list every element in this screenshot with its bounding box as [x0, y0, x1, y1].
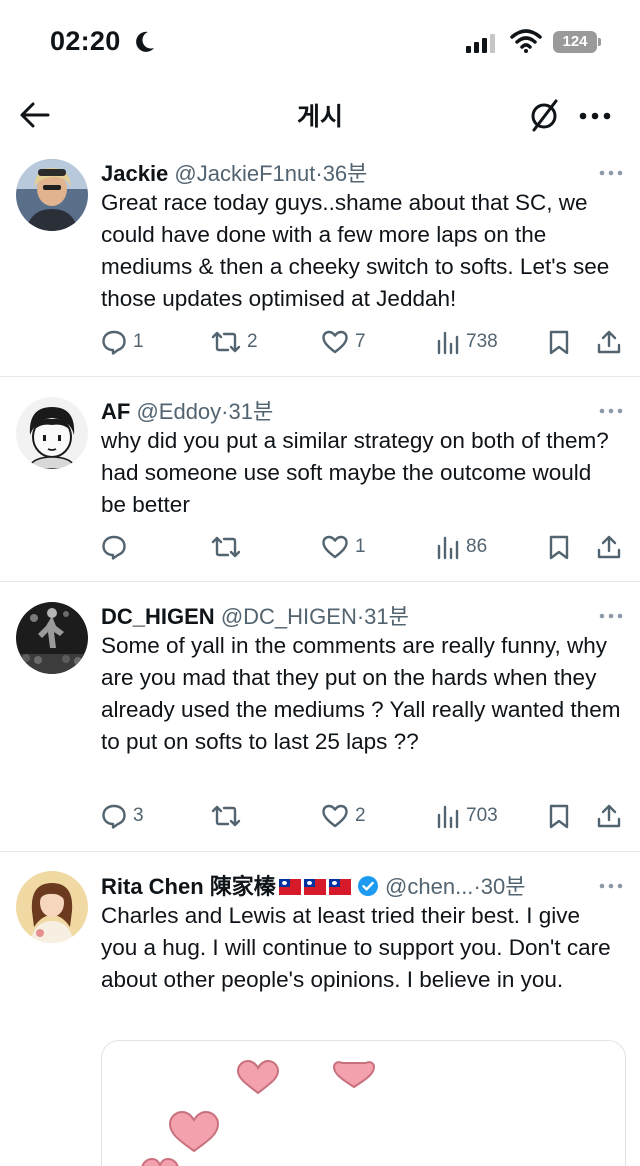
reply-count: 3	[133, 805, 144, 826]
nav-bar: 게시	[0, 88, 640, 142]
bar-chart-icon	[437, 536, 459, 560]
hearts-sticker-image	[141, 1059, 376, 1166]
bookmark-button[interactable]	[548, 532, 570, 562]
user-handle[interactable]: @Eddoy	[136, 399, 221, 424]
views-count: 703	[466, 805, 498, 826]
reply-button[interactable]: 1	[101, 327, 144, 357]
speech-bubble-icon	[102, 535, 126, 560]
views-count: 86	[466, 536, 488, 557]
verified-badge-icon	[357, 876, 378, 896]
like-button[interactable]: 7	[321, 327, 366, 357]
more-horizontal-icon[interactable]	[598, 404, 624, 418]
like-button[interactable]: 1	[321, 532, 366, 562]
like-button[interactable]: 2	[321, 801, 366, 831]
status-bar: 02:20 124	[0, 0, 640, 88]
more-horizontal-icon[interactable]	[598, 609, 624, 623]
avatar[interactable]	[16, 397, 88, 469]
views-button[interactable]: 738	[436, 327, 498, 357]
reply-tweet[interactable]: Jackie @JackieF1nut·36분 Great race today…	[0, 142, 640, 377]
bar-chart-icon	[437, 805, 459, 829]
user-handle[interactable]: @JackieF1nut	[174, 161, 315, 186]
share-icon	[597, 535, 621, 559]
tweet-text: Great race today guys..shame about that …	[101, 190, 610, 311]
like-count: 1	[355, 536, 366, 557]
views-button[interactable]: 86	[436, 532, 487, 562]
timestamp: ·30분	[473, 874, 526, 899]
share-icon	[597, 330, 621, 354]
tweet-text: Charles and Lewis at least tried their b…	[101, 903, 611, 992]
bar-chart-icon	[437, 331, 459, 355]
moon-icon	[136, 31, 154, 52]
timestamp: ·31분	[356, 604, 409, 629]
more-horizontal-icon[interactable]	[598, 879, 624, 893]
retweet-button[interactable]: 2	[211, 327, 258, 357]
reply-tweet[interactable]: AF @Eddoy·31분 why did you put a similar …	[0, 377, 640, 582]
bookmark-icon	[549, 330, 569, 355]
action-bar: 1 2 7 738	[101, 327, 626, 357]
cellular-signal-icon	[466, 34, 495, 53]
display-name[interactable]: DC_HIGEN	[101, 604, 215, 629]
share-button[interactable]	[596, 801, 622, 831]
action-bar: 1 86	[101, 532, 626, 562]
retweet-icon	[211, 536, 241, 558]
speech-bubble-icon	[102, 330, 126, 355]
views-button[interactable]: 703	[436, 801, 498, 831]
heart-icon	[322, 330, 348, 354]
status-time: 02:20	[50, 26, 121, 56]
taiwan-flag-icon	[278, 879, 301, 895]
share-icon	[597, 804, 621, 828]
bookmark-button[interactable]	[548, 801, 570, 831]
tweet-header: Jackie @JackieF1nut·36분	[101, 156, 632, 188]
heart-icon	[322, 535, 348, 559]
avatar[interactable]	[16, 871, 88, 943]
share-button[interactable]	[596, 532, 622, 562]
taiwan-flag-icon	[303, 879, 326, 895]
tweet-header: DC_HIGEN @DC_HIGEN·31분	[101, 599, 632, 631]
retweet-icon	[211, 331, 241, 353]
avatar[interactable]	[16, 602, 88, 674]
tweet-text: why did you put a similar strategy on bo…	[101, 428, 609, 517]
tweet-text: Some of yall in the comments are really …	[101, 633, 621, 754]
more-horizontal-icon[interactable]	[598, 166, 624, 180]
display-name[interactable]: AF	[101, 399, 130, 424]
tweet-header: AF @Eddoy·31분	[101, 394, 632, 426]
retweet-button[interactable]	[211, 801, 247, 831]
reply-button[interactable]: 3	[101, 801, 144, 831]
views-count: 738	[466, 331, 498, 352]
retweet-button[interactable]	[211, 532, 247, 562]
display-name[interactable]: Jackie	[101, 161, 168, 186]
heart-icon	[322, 804, 348, 828]
retweet-icon	[211, 805, 241, 827]
retweet-count: 2	[247, 331, 258, 352]
reply-tweet[interactable]: DC_HIGEN @DC_HIGEN·31분 Some of yall in t…	[0, 582, 640, 852]
battery-indicator: 124	[553, 31, 597, 53]
user-handle[interactable]: @chen...	[385, 874, 473, 899]
taiwan-flag-icon	[328, 879, 351, 895]
speech-bubble-icon	[102, 804, 126, 829]
user-handle[interactable]: @DC_HIGEN	[221, 604, 357, 629]
reply-button[interactable]	[101, 532, 133, 562]
display-name[interactable]: Rita Chen 陳家榛	[101, 874, 276, 899]
battery-nub	[598, 38, 601, 46]
share-button[interactable]	[596, 327, 622, 357]
bookmark-icon	[549, 804, 569, 829]
reply-count: 1	[133, 331, 144, 352]
media-image[interactable]	[101, 1040, 626, 1166]
like-count: 2	[355, 805, 366, 826]
bookmark-icon	[549, 535, 569, 560]
like-count: 7	[355, 331, 366, 352]
avatar[interactable]	[16, 159, 88, 231]
tweet-header: Rita Chen 陳家榛 @chen...·30분	[101, 869, 632, 901]
slashed-circle-icon[interactable]	[526, 97, 562, 133]
timestamp: ·36분	[315, 161, 368, 186]
wifi-icon	[510, 29, 542, 53]
bookmark-button[interactable]	[548, 327, 570, 357]
timestamp: ·31분	[221, 399, 274, 424]
action-bar: 3 2 703	[101, 801, 626, 831]
more-horizontal-icon[interactable]	[578, 101, 612, 131]
